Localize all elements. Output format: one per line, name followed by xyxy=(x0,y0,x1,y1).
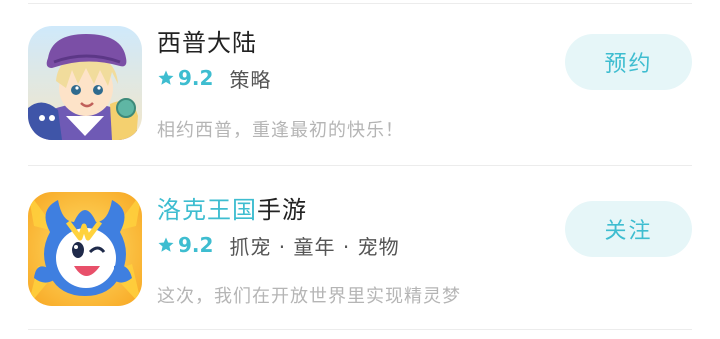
app-description: 这次，我们在开放世界里实现精灵梦 xyxy=(157,286,461,307)
rating-score: 9.2 xyxy=(178,233,214,257)
bottom-divider xyxy=(28,329,692,330)
app-tags: 抓宠 · 童年 · 宠物 xyxy=(229,234,400,259)
roco-kingdom-character-icon[interactable] xyxy=(28,192,142,306)
app-name-highlight: 洛克王国 xyxy=(157,196,257,224)
row-divider xyxy=(28,165,692,166)
app-list-item-roco[interactable]: 洛克王国手游 9.2 抓宠 · 童年 · 宠物 这次，我们在开放世界里实现精灵梦… xyxy=(0,0,720,307)
app-meta: 9.2 抓宠 · 童年 · 宠物 xyxy=(157,232,400,259)
star-icon xyxy=(157,236,175,254)
app-name-suffix: 手游 xyxy=(257,196,307,224)
follow-button[interactable]: 关注 xyxy=(565,201,692,257)
app-name[interactable]: 洛克王国手游 xyxy=(157,195,307,225)
